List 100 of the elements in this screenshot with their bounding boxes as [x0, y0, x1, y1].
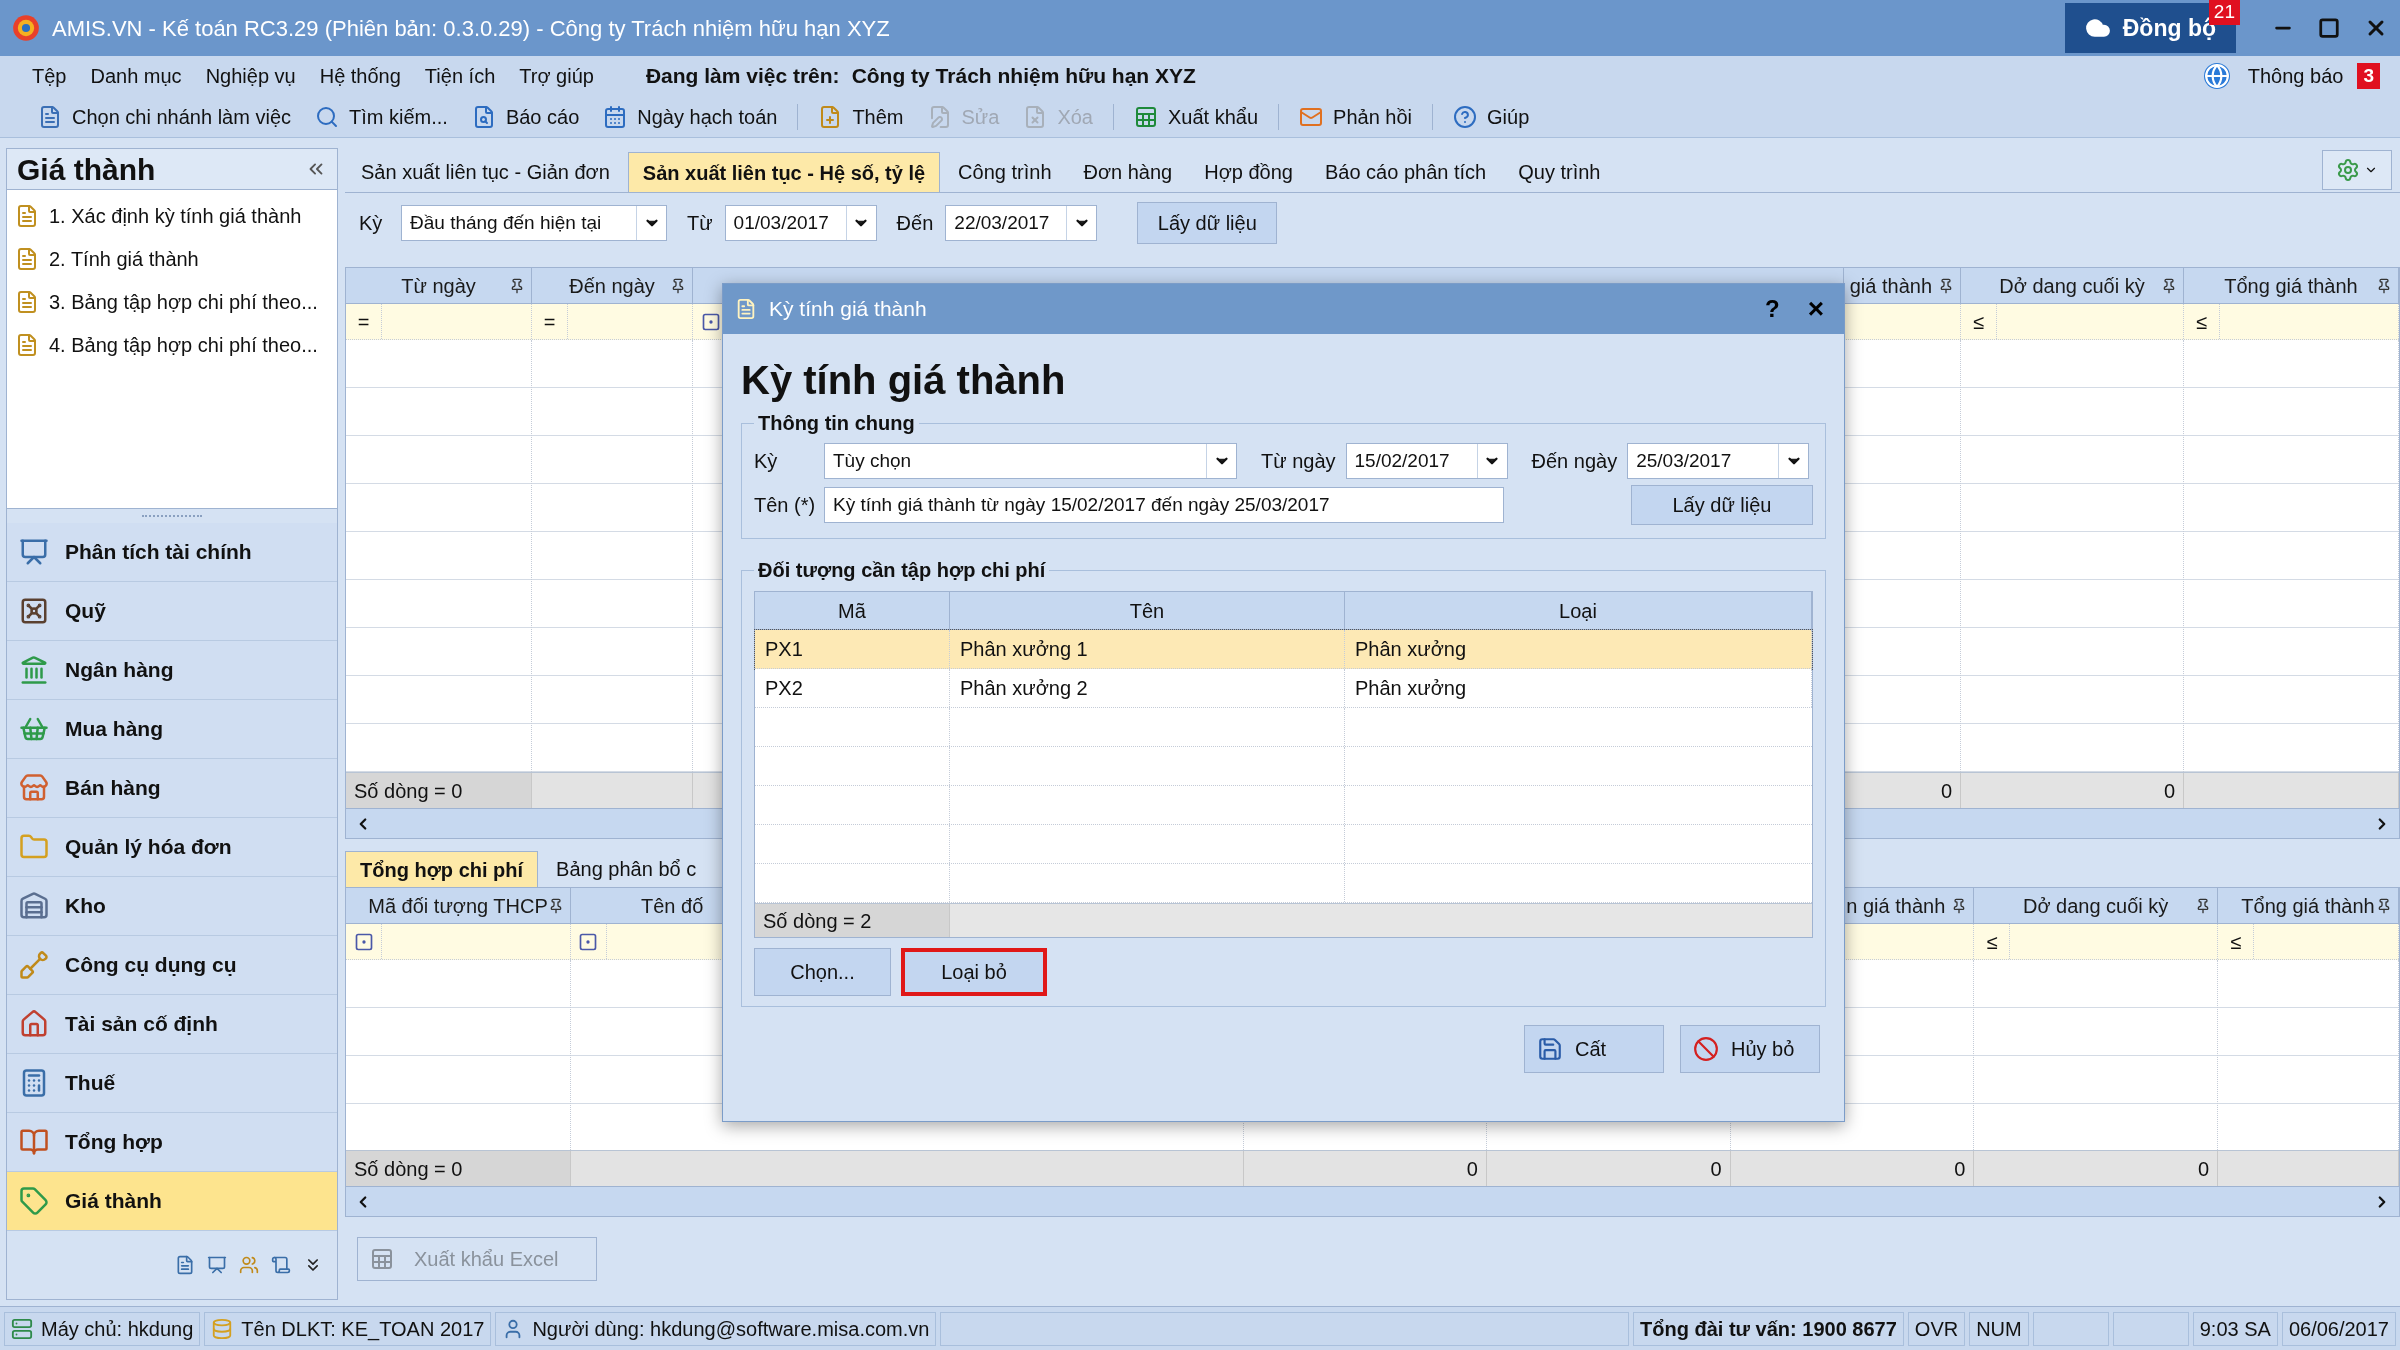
pin-icon[interactable]	[1938, 277, 1954, 294]
cancel-button[interactable]: Hủy bỏ	[1680, 1025, 1820, 1073]
horizontal-scrollbar[interactable]	[346, 1186, 2399, 1216]
pin-icon[interactable]	[548, 897, 564, 914]
module-item[interactable]: Tài sản cố định	[7, 995, 337, 1054]
name-field[interactable]: Kỳ tính giá thành từ ngày 15/02/2017 đến ngày 25/03/2017	[824, 487, 1504, 523]
safe-icon	[19, 596, 49, 626]
filter-operator-icon[interactable]	[700, 311, 721, 332]
scroll-icon[interactable]	[271, 1255, 291, 1275]
column-header[interactable]: Mã đối tượng THCP	[368, 890, 548, 921]
menu-item[interactable]: Nghiệp vụ	[193, 61, 308, 91]
toolbar-button[interactable]: Tìm kiếm...	[307, 98, 456, 135]
server-icon	[11, 1317, 33, 1340]
menu-item[interactable]: Hệ thống	[307, 61, 413, 91]
filter-operator[interactable]: ≤	[1974, 924, 2011, 959]
column-header[interactable]: Dở dang cuối kỳ	[1999, 270, 2145, 301]
module-item[interactable]: Bán hàng	[7, 759, 337, 818]
column-header[interactable]: n giá thành	[1846, 890, 1946, 921]
toolbar-button[interactable]: Giúp	[1445, 98, 1538, 135]
tab[interactable]: Đơn hàng	[1069, 152, 1187, 192]
pin-icon[interactable]	[2195, 897, 2211, 914]
column-header[interactable]: giá thành	[1849, 270, 1932, 301]
pin-icon[interactable]	[2376, 277, 2392, 294]
tab[interactable]: Quy trình	[1504, 152, 1615, 192]
task-link[interactable]: 2. Tính giá thành	[7, 237, 337, 280]
document-icon[interactable]	[175, 1255, 195, 1275]
module-item[interactable]: Phân tích tài chính	[7, 523, 337, 582]
menu-item[interactable]: Danh mục	[78, 61, 194, 91]
table-row[interactable]: PX2 Phân xưởng 2 Phân xưởng	[755, 669, 1812, 708]
module-item[interactable]: Tổng hợp	[7, 1113, 337, 1172]
column-header[interactable]: Tổng giá thành	[2241, 890, 2375, 921]
toolbar-button[interactable]: Thêm	[810, 98, 912, 135]
group-title: Thông tin chung	[757, 411, 916, 436]
menu-item[interactable]: Tiện ích	[412, 61, 508, 91]
module-item[interactable]: Công cụ dụng cụ	[7, 936, 337, 995]
toolbar-button[interactable]: Chọn chi nhánh làm việc	[30, 98, 299, 135]
help-button[interactable]: ?	[1756, 291, 1788, 327]
filter-operator-icon[interactable]	[578, 931, 599, 952]
total-cell-text: 0	[1940, 778, 1952, 804]
period-select[interactable]: Đầu tháng đến hiện tại	[401, 205, 667, 241]
toolbar-button[interactable]: Xuất khẩu	[1126, 98, 1267, 135]
module-item[interactable]: Kho	[7, 877, 337, 936]
fetch-data-button[interactable]: Lấy dữ liệu	[1631, 485, 1813, 525]
field-label: Đến ngày	[1531, 449, 1618, 474]
module-item[interactable]: Thuế	[7, 1054, 337, 1113]
presentation-icon[interactable]	[207, 1255, 227, 1275]
filter-operator[interactable]: ≤	[2218, 924, 2255, 959]
tab[interactable]: Hợp đồng	[1190, 152, 1307, 192]
column-header[interactable]: Tên đố	[641, 890, 704, 921]
toolbar-button[interactable]: Ngày hạch toán	[595, 98, 786, 135]
pin-icon[interactable]	[509, 277, 525, 294]
filter-operator[interactable]: ≤	[2184, 304, 2220, 339]
tag-icon	[19, 1186, 49, 1216]
date-field[interactable]: 15/02/2017	[1345, 443, 1508, 479]
period-select[interactable]: Tùy chọn	[824, 443, 1237, 479]
pin-icon[interactable]	[2376, 897, 2392, 914]
module-item[interactable]: Quỹ	[7, 582, 337, 641]
settings-button[interactable]	[2322, 150, 2392, 190]
store-icon	[19, 773, 49, 803]
module-item[interactable]: Giá thành	[7, 1172, 337, 1231]
tab[interactable]: Bảng phân bổ c	[542, 851, 711, 887]
date-field[interactable]: 01/03/2017	[724, 205, 877, 241]
task-link[interactable]: 3. Bảng tập hợp chi phí theo...	[7, 280, 337, 323]
tab[interactable]: Công trình	[944, 152, 1066, 192]
menu-item[interactable]: Trợ giúp	[507, 61, 606, 91]
tab[interactable]: Tổng hợp chi phí	[345, 851, 539, 887]
module-item[interactable]: Ngân hàng	[7, 641, 337, 700]
action-button[interactable]: Chọn...	[754, 948, 891, 996]
toolbar-button[interactable]: Phản hồi	[1291, 98, 1421, 135]
column-header[interactable]: Dở dang cuối kỳ	[2022, 890, 2169, 921]
date-field[interactable]: 25/03/2017	[1627, 443, 1810, 479]
filter-operator-icon[interactable]	[353, 931, 374, 952]
tab[interactable]: Báo cáo phân tích	[1310, 152, 1501, 192]
pin-icon[interactable]	[2161, 277, 2177, 294]
column-header[interactable]: Từ ngày	[401, 270, 476, 301]
menu-item[interactable]: Tệp	[20, 61, 79, 91]
filter-operator[interactable]: =	[346, 304, 382, 339]
save-button[interactable]: Cất	[1524, 1025, 1664, 1073]
date-field[interactable]: 22/03/2017	[945, 205, 1098, 241]
maximize-button[interactable]	[2318, 17, 2340, 39]
task-link[interactable]: 1. Xác định kỳ tính giá thành	[7, 194, 337, 237]
table-row[interactable]: PX1 Phân xưởng 1 Phân xưởng	[755, 630, 1812, 669]
tab[interactable]: Sản xuất liên tục - Giản đơn	[347, 152, 624, 192]
status-field: Tên DLKT: KE_TOAN 2017	[204, 1311, 492, 1346]
column-header[interactable]: Đến ngày	[569, 270, 655, 301]
filter-operator[interactable]: ≤	[1961, 304, 1997, 339]
column-header[interactable]: Tổng giá thành	[2224, 270, 2358, 301]
pin-icon[interactable]	[670, 277, 686, 294]
tab[interactable]: Sản xuất liên tục - Hệ số, tỷ lệ	[627, 152, 941, 192]
notifications-link[interactable]: Thông báo	[2247, 61, 2344, 91]
module-item[interactable]: Quản lý hóa đơn	[7, 818, 337, 877]
action-button[interactable]: Loại bỏ	[901, 948, 1047, 996]
toolbar-button[interactable]: Báo cáo	[463, 98, 588, 135]
module-item[interactable]: Mua hàng	[7, 700, 337, 759]
fetch-data-button[interactable]: Lấy dữ liệu	[1137, 202, 1278, 244]
help-icon	[1453, 104, 1478, 129]
filter-operator[interactable]: =	[532, 304, 568, 339]
close-button[interactable]: ×	[1799, 295, 1832, 323]
total-cell-text: 0	[1466, 1156, 1478, 1182]
task-link[interactable]: 4. Bảng tập hợp chi phí theo...	[7, 323, 337, 366]
